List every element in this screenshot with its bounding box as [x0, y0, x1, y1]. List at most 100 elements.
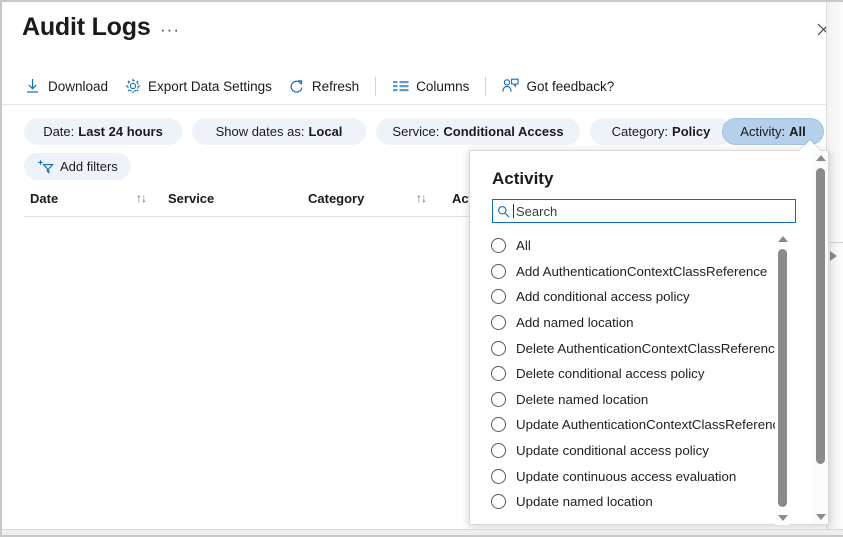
more-options-ellipsis[interactable]: ··· [160, 20, 180, 40]
activity-option-label: Update AuthenticationContextClassReferen… [516, 417, 787, 432]
activity-option-label: Update continuous access evaluation [516, 469, 736, 484]
scrollbar-thumb[interactable] [778, 249, 787, 507]
chevron-right-icon [830, 251, 837, 261]
dropdown-caret [799, 140, 821, 151]
toolbar-divider-2 [485, 77, 486, 96]
add-filters-label: Add filters [60, 159, 118, 174]
activity-option[interactable]: Update continuous access evaluation [484, 463, 796, 489]
filter-pill-show-dates-as[interactable]: Show dates as : Local [192, 118, 366, 145]
got-feedback-label: Got feedback? [526, 79, 614, 94]
activity-option[interactable]: All [484, 233, 796, 259]
filter-separator: : [301, 124, 305, 139]
bottom-edge [2, 529, 843, 535]
refresh-label: Refresh [312, 79, 359, 94]
radio-icon[interactable] [491, 264, 506, 279]
activity-option[interactable]: Delete AuthenticationContextClassReferen… [484, 335, 796, 361]
filter-pill-service-value: Conditional Access [443, 124, 563, 139]
download-button[interactable]: Download [24, 71, 108, 101]
filter-separator: : [664, 124, 668, 139]
activity-option-label: Add named location [516, 315, 634, 330]
radio-icon[interactable] [491, 315, 506, 330]
scroll-divider [827, 242, 843, 243]
activity-option-label: Update conditional access policy [516, 443, 709, 458]
activity-option-label: Add conditional access policy [516, 289, 690, 304]
filter-pill-show-dates-as-name: Show dates as [216, 124, 301, 139]
activity-option-label: Delete conditional access policy [516, 366, 704, 381]
sort-icon-date[interactable]: ↑↓ [136, 191, 146, 205]
activity-list-scrollbar[interactable] [775, 232, 790, 525]
activity-option[interactable]: Delete named location [484, 387, 796, 413]
filter-pill-category-value: Policy [672, 124, 710, 139]
scroll-down-arrow-icon[interactable] [778, 515, 788, 521]
refresh-icon [288, 78, 305, 95]
activity-option-label: Delete named location [516, 392, 648, 407]
activity-option[interactable]: Add AuthenticationContextClassReference [484, 259, 796, 285]
search-input-wrapper[interactable] [492, 199, 796, 223]
search-icon [493, 205, 513, 218]
radio-icon[interactable] [491, 238, 506, 253]
column-header-service[interactable]: Service [168, 191, 214, 206]
activity-option-label: Add AuthenticationContextClassReference [516, 264, 767, 279]
command-bar: Download Export Data Settings [2, 68, 843, 105]
activity-option[interactable]: Update named location [484, 489, 796, 515]
refresh-button[interactable]: Refresh [288, 71, 359, 101]
column-header-date[interactable]: Date [30, 191, 58, 206]
activity-option-label: All [516, 238, 531, 253]
activity-option-list[interactable]: All Add AuthenticationContextClassRefere… [484, 233, 796, 516]
filter-pill-date[interactable]: Date : Last 24 hours [24, 118, 182, 145]
activity-option[interactable]: Add named location [484, 310, 796, 336]
radio-icon[interactable] [491, 494, 506, 509]
toolbar-divider [375, 77, 376, 96]
radio-icon[interactable] [491, 469, 506, 484]
radio-icon[interactable] [491, 366, 506, 381]
columns-button[interactable]: Columns [392, 71, 469, 101]
columns-icon [392, 78, 409, 95]
filter-separator: : [436, 124, 440, 139]
filter-pill-date-name: Date [43, 124, 70, 139]
filter-separator: : [781, 124, 785, 139]
radio-icon[interactable] [491, 443, 506, 458]
activity-option[interactable]: Delete conditional access policy [484, 361, 796, 387]
activity-option-label: Delete AuthenticationContextClassReferen… [516, 341, 782, 356]
audit-logs-blade: Audit Logs ··· Download [0, 0, 843, 537]
download-icon [24, 78, 41, 95]
activity-option[interactable]: Update conditional access policy [484, 438, 796, 464]
filter-pill-category[interactable]: Category : Policy [590, 118, 732, 145]
activity-option[interactable]: Update AuthenticationContextClassReferen… [484, 412, 796, 438]
filter-pill-service-name: Service [392, 124, 435, 139]
filter-pill-activity-name: Activity [740, 124, 781, 139]
filter-pill-row: Date : Last 24 hours Show dates as : Loc… [24, 118, 834, 146]
filter-pill-date-value: Last 24 hours [78, 124, 163, 139]
columns-label: Columns [416, 79, 469, 94]
activity-option[interactable]: Update security defaults [484, 515, 796, 516]
scroll-up-arrow-icon[interactable] [778, 236, 788, 242]
search-input[interactable] [514, 204, 795, 219]
add-filters-button[interactable]: Add filters [24, 153, 131, 180]
gear-icon [124, 78, 141, 95]
filter-pill-service[interactable]: Service : Conditional Access [376, 118, 580, 145]
export-data-settings-button[interactable]: Export Data Settings [124, 71, 272, 101]
radio-icon[interactable] [491, 341, 506, 356]
page-title: Audit Logs [22, 13, 151, 42]
sort-icon-category[interactable]: ↑↓ [416, 191, 426, 205]
activity-option[interactable]: Add conditional access policy [484, 284, 796, 310]
dropdown-title: Activity [492, 169, 553, 189]
radio-icon[interactable] [491, 417, 506, 432]
scroll-up-arrow-icon[interactable] [816, 155, 826, 161]
title-bar: Audit Logs ··· [2, 2, 843, 60]
dropdown-panel-scrollbar[interactable] [813, 151, 828, 524]
scrollbar-thumb[interactable] [816, 168, 825, 464]
filter-separator: : [71, 124, 75, 139]
add-filter-icon [37, 159, 54, 175]
scroll-down-arrow-icon[interactable] [816, 514, 826, 520]
activity-option-label: Update named location [516, 494, 653, 509]
download-label: Download [48, 79, 108, 94]
column-header-category[interactable]: Category [308, 191, 364, 206]
radio-icon[interactable] [491, 289, 506, 304]
got-feedback-button[interactable]: Got feedback? [502, 71, 614, 101]
filter-pill-show-dates-as-value: Local [308, 124, 342, 139]
filter-pill-category-name: Category [612, 124, 665, 139]
feedback-icon [502, 78, 519, 95]
radio-icon[interactable] [491, 392, 506, 407]
filter-pill-activity-value: All [789, 124, 806, 139]
